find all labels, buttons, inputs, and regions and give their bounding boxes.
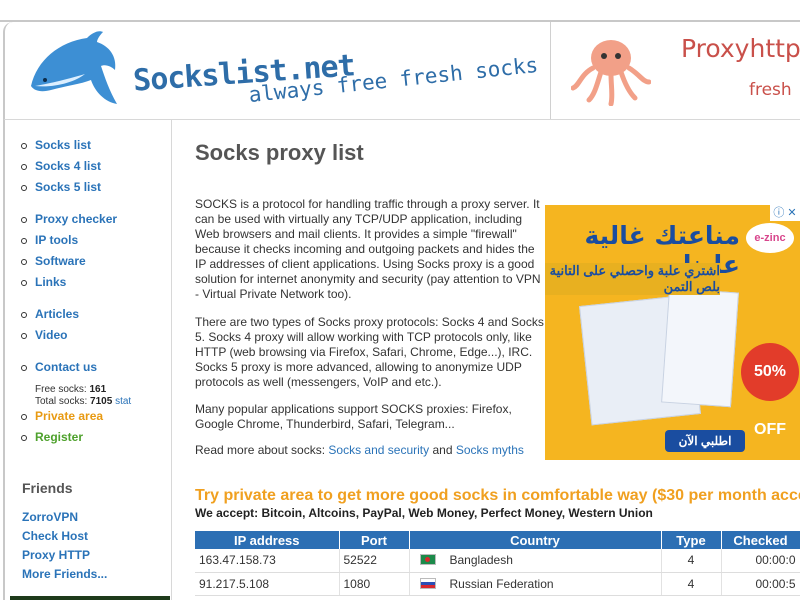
nav-link-socks4-list[interactable]: Socks 4 list: [35, 159, 101, 173]
nav-item-socks-list[interactable]: Socks list: [19, 138, 101, 159]
friend-link-more[interactable]: More Friends...: [22, 567, 107, 586]
ad-product-box-secondary: [661, 287, 739, 408]
socks-myths-link[interactable]: Socks myths: [456, 443, 524, 457]
partner-brand[interactable]: Proxyhttp.: [681, 34, 800, 63]
column-header-checked[interactable]: Checked: [721, 531, 800, 549]
free-socks-value: 161: [89, 384, 107, 395]
nav-link-register[interactable]: Register: [35, 430, 83, 444]
cell-ip: 163.47.158.73: [195, 549, 340, 573]
octopus-icon[interactable]: [571, 34, 651, 106]
bangladesh-flag-icon: [419, 554, 436, 566]
payment-methods: We accept: Bitcoin, Altcoins, PayPal, We…: [195, 506, 653, 520]
column-header-ip[interactable]: IP address: [195, 531, 340, 549]
cell-checked: 00:00:0: [721, 549, 800, 573]
stat-link[interactable]: stat: [115, 396, 131, 407]
friend-link-zorrovpn[interactable]: ZorroVPN: [22, 510, 107, 529]
country-name: Russian Federation: [449, 576, 554, 591]
friends-heading: Friends: [22, 480, 73, 496]
nav-link-socks-list[interactable]: Socks list: [35, 138, 91, 152]
ad-logo: e-zinc: [746, 223, 794, 253]
nav-group-contact: Contact us: [19, 360, 97, 381]
table-row: 91.217.5.108 1080 Russian Federation 4 0…: [195, 572, 800, 596]
ad-order-button[interactable]: اطلبي الآن: [665, 430, 745, 452]
page-title: Socks proxy list: [195, 140, 364, 165]
nav-link-socks5-list[interactable]: Socks 5 list: [35, 180, 101, 194]
cell-type: 4: [661, 549, 722, 573]
column-header-port[interactable]: Port: [339, 531, 410, 549]
nav-group-content: Articles Video: [19, 307, 79, 349]
cell-ip: 91.217.5.108: [195, 572, 340, 596]
ad-close-icon[interactable]: ⓘ ✕: [770, 205, 800, 221]
cell-country: Bangladesh: [409, 549, 662, 573]
cell-type: 4: [661, 572, 722, 596]
nav-link-proxy-checker[interactable]: Proxy checker: [35, 212, 117, 226]
friends-list: ZorroVPN Check Host Proxy HTTP More Frie…: [22, 510, 107, 586]
header-divider: [550, 22, 551, 119]
country-name: Bangladesh: [449, 553, 513, 568]
nav-link-articles[interactable]: Articles: [35, 307, 79, 321]
ad-subline: اشتري علبة واحصلي على التانية بلص التمن: [545, 263, 720, 295]
nav-link-video[interactable]: Video: [35, 328, 67, 342]
partner-tagline: fresh: [749, 80, 792, 100]
cell-checked: 00:00:5: [721, 572, 800, 596]
free-socks-stat: Free socks: 161: [35, 384, 131, 396]
total-socks-label: Total socks:: [35, 396, 88, 407]
nav-item-proxy-checker[interactable]: Proxy checker: [19, 212, 117, 233]
nav-item-articles[interactable]: Articles: [19, 307, 79, 328]
free-socks-label: Free socks:: [35, 384, 87, 395]
nav-link-ip-tools[interactable]: IP tools: [35, 233, 78, 247]
nav-item-socks4-list[interactable]: Socks 4 list: [19, 159, 101, 180]
proxy-table: IP address Port Country Type Checked 163…: [195, 531, 800, 596]
nav-item-links[interactable]: Links: [19, 275, 117, 296]
sidebar-widget-bar: [10, 596, 170, 600]
total-socks-stat: Total socks: 7105 stat: [35, 396, 131, 408]
friend-link-proxy-http[interactable]: Proxy HTTP: [22, 548, 107, 567]
private-area-promo[interactable]: Try private area to get more good socks …: [195, 487, 800, 505]
nav-item-ip-tools[interactable]: IP tools: [19, 233, 117, 254]
nav-item-software[interactable]: Software: [19, 254, 117, 275]
nav-item-private-area[interactable]: Private area: [19, 409, 103, 430]
sidebar: Socks list Socks 4 list Socks 5 list Pro…: [3, 120, 172, 600]
nav-group-account: Private area Register: [19, 409, 103, 451]
column-header-country[interactable]: Country: [409, 531, 662, 549]
dolphin-icon: [31, 31, 117, 104]
table-header-row: IP address Port Country Type Checked: [195, 531, 800, 549]
nav-item-video[interactable]: Video: [19, 328, 79, 349]
advertisement-banner[interactable]: مناعتك غالية علينا اشتري علبة واحصلي على…: [545, 205, 800, 460]
nav-item-socks5-list[interactable]: Socks 5 list: [19, 180, 101, 201]
friend-link-check-host[interactable]: Check Host: [22, 529, 107, 548]
nav-link-contact[interactable]: Contact us: [35, 360, 97, 374]
protocols-paragraph: There are two types of Socks proxy proto…: [195, 315, 544, 389]
read-more-and: and: [432, 443, 453, 457]
column-header-type[interactable]: Type: [661, 531, 722, 549]
read-more-prefix: Read more about socks:: [195, 443, 326, 457]
russia-flag-icon: [419, 577, 436, 589]
cell-country: Russian Federation: [409, 572, 662, 596]
nav-link-software[interactable]: Software: [35, 254, 86, 268]
site-header: Sockslist.net always free fresh socks Pr…: [3, 22, 800, 120]
socks-stats: Free socks: 161 Total socks: 7105 stat: [35, 384, 131, 408]
socks-security-link[interactable]: Socks and security: [328, 443, 429, 457]
nav-group-tools: Proxy checker IP tools Software Links: [19, 212, 117, 296]
apps-paragraph: Many popular applications support SOCKS …: [195, 402, 512, 431]
nav-item-register[interactable]: Register: [19, 430, 103, 451]
nav-link-private-area[interactable]: Private area: [35, 409, 103, 423]
intro-paragraph: SOCKS is a protocol for handling traffic…: [195, 197, 541, 301]
total-socks-value: 7105: [90, 396, 113, 407]
cell-port: 1080: [339, 572, 410, 596]
nav-link-links[interactable]: Links: [35, 275, 66, 289]
site-logo[interactable]: Sockslist.net always free fresh socks: [5, 22, 550, 119]
cell-port: 52522: [339, 549, 410, 573]
nav-item-contact[interactable]: Contact us: [19, 360, 97, 381]
table-row: 163.47.158.73 52522 Bangladesh 4 00:00:0: [195, 549, 800, 573]
ad-discount-badge: 50% OFF: [741, 343, 799, 438]
read-more-paragraph: Read more about socks: Socks and securit…: [195, 443, 545, 458]
main-content: Socks proxy list SOCKS is a protocol for…: [195, 120, 800, 600]
nav-group-lists: Socks list Socks 4 list Socks 5 list: [19, 138, 101, 201]
